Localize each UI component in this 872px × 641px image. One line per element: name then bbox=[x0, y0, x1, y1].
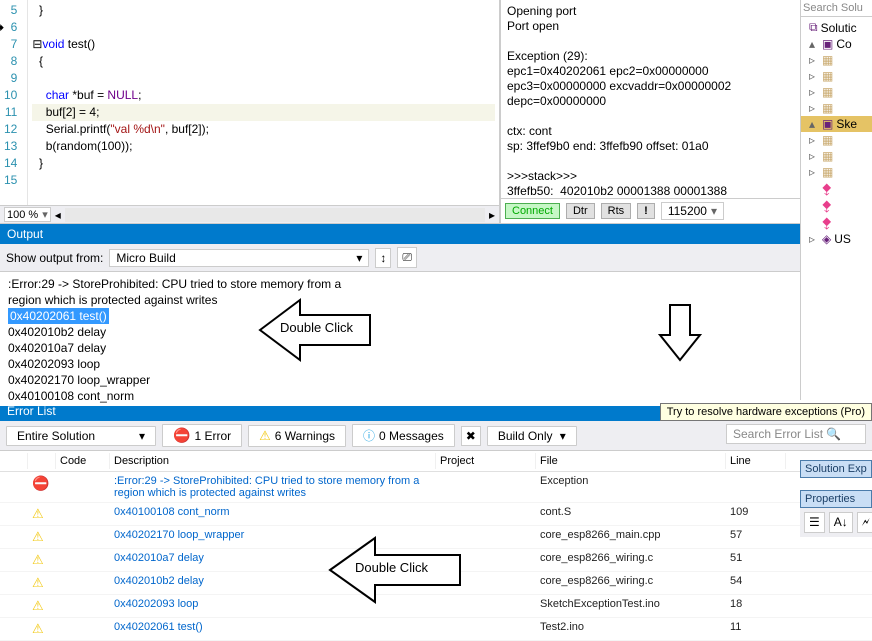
clear-output-icon[interactable]: ⎚ bbox=[397, 247, 417, 268]
connect-button[interactable]: Connect bbox=[505, 203, 560, 219]
tooltip: Try to resolve hardware exceptions (Pro) bbox=[660, 403, 872, 421]
sol-node[interactable]: Co bbox=[836, 37, 851, 51]
errorlist-search-input[interactable]: Search Error List 🔍 bbox=[726, 424, 866, 444]
prop-category-icon[interactable]: ☰ bbox=[804, 512, 825, 533]
exception-resolve-button[interactable]: ! bbox=[637, 203, 655, 219]
errorlist-row[interactable]: ⚠0x40100108 cont_normcont.S109 bbox=[0, 503, 872, 526]
errorlist-row[interactable]: ⚠0x40202093 loopSketchExceptionTest.ino1… bbox=[0, 595, 872, 618]
baud-selector[interactable]: 115200 bbox=[661, 202, 724, 220]
output-title-bar[interactable]: Output ▾ 📌 ✕ bbox=[0, 224, 872, 244]
info-icon: ⓘ bbox=[363, 427, 375, 444]
build-filter-selector[interactable]: Build Only▾ bbox=[487, 426, 577, 446]
output-source-label: Show output from: bbox=[6, 251, 103, 265]
error-icon: ⛔ bbox=[173, 427, 190, 444]
code-editor[interactable]: 5 6 7 8 9 10 11 12 13 14 15 ➡ } ⊟void te… bbox=[0, 0, 500, 223]
nav-fwd-icon[interactable]: ▸ bbox=[489, 208, 495, 222]
zoom-selector[interactable]: 100 % bbox=[4, 207, 51, 222]
prop-pages-icon[interactable]: 🗲 bbox=[857, 512, 872, 533]
output-source-selector[interactable]: Micro Build▾ bbox=[109, 249, 369, 267]
solution-root[interactable]: Solutic bbox=[821, 21, 857, 35]
output-title: Output bbox=[7, 227, 43, 241]
errorlist-row[interactable]: ⚠0x40202061 test()Test2.ino11 bbox=[0, 618, 872, 641]
sol-node-selected[interactable]: Ske bbox=[836, 117, 857, 131]
prop-alpha-icon[interactable]: A↓ bbox=[829, 512, 853, 533]
errorlist-title: Error List bbox=[7, 404, 56, 418]
rts-button[interactable]: Rts bbox=[601, 203, 632, 219]
output-panel: Output ▾ 📌 ✕ Show output from: Micro Bui… bbox=[0, 223, 872, 400]
warning-icon: ⚠ bbox=[259, 428, 271, 444]
warning-icon: ⚠ bbox=[32, 575, 44, 590]
properties-tab[interactable]: Properties bbox=[800, 490, 872, 508]
solution-explorer-tab[interactable]: Solution Exp bbox=[800, 460, 872, 478]
clear-filter-icon[interactable]: ✖ bbox=[461, 426, 481, 446]
error-icon: ⛔ bbox=[32, 475, 49, 491]
solution-search-input[interactable]: Search Solu bbox=[801, 0, 872, 17]
errors-filter[interactable]: ⛔1 Error bbox=[162, 424, 242, 447]
warning-icon: ⚠ bbox=[32, 621, 44, 636]
solution-explorer[interactable]: Search Solu ⧉Solutic ▴▣Co ▹▦ ▹▦ ▹▦ ▹▦ ▴▣… bbox=[800, 0, 872, 400]
errorlist-row[interactable]: ⚠0x402010a7 delaycore_esp8266_wiring.c51 bbox=[0, 549, 872, 572]
breakpoint-arrow-icon: ➡ bbox=[0, 19, 4, 36]
code-text[interactable]: ➡ } ⊟void test() { char *buf = NULL; buf… bbox=[28, 0, 499, 205]
output-text[interactable]: :Error:29 -> StoreProhibited: CPU tried … bbox=[0, 272, 872, 406]
error-list-panel: Error List ▾ 📌 ✕ Try to resolve hardware… bbox=[0, 400, 872, 641]
errorlist-header[interactable]: Code Description Project File Line bbox=[0, 451, 872, 472]
warning-icon: ⚠ bbox=[32, 506, 44, 521]
warning-icon: ⚠ bbox=[32, 529, 44, 544]
goto-line-icon[interactable]: ↕ bbox=[375, 248, 391, 268]
nav-back-icon[interactable]: ◂ bbox=[55, 208, 61, 222]
errorlist-row[interactable]: ⚠0x402010b2 delaycore_esp8266_wiring.c54 bbox=[0, 572, 872, 595]
warning-icon: ⚠ bbox=[32, 598, 44, 613]
dtr-button[interactable]: Dtr bbox=[566, 203, 595, 219]
warning-icon: ⚠ bbox=[32, 552, 44, 567]
line-number-gutter: 5 6 7 8 9 10 11 12 13 14 15 bbox=[0, 0, 28, 205]
errorlist-row[interactable]: ⚠0x40202170 loop_wrappercore_esp8266_mai… bbox=[0, 526, 872, 549]
messages-filter[interactable]: ⓘ0 Messages bbox=[352, 424, 455, 447]
scope-selector[interactable]: Entire Solution▾ bbox=[6, 426, 156, 446]
sol-node[interactable]: US bbox=[834, 232, 851, 246]
errorlist-row[interactable]: ⛔:Error:29 -> StoreProhibited: CPU tried… bbox=[0, 472, 872, 503]
warnings-filter[interactable]: ⚠6 Warnings bbox=[248, 425, 346, 447]
errorlist-rows[interactable]: ⛔:Error:29 -> StoreProhibited: CPU tried… bbox=[0, 472, 872, 641]
